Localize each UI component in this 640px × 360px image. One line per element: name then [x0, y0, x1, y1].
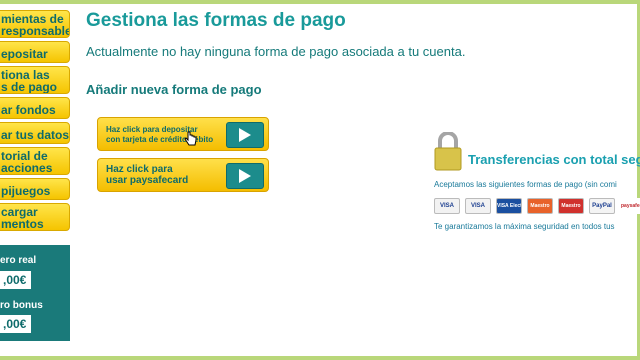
arrow-right-icon	[226, 122, 264, 148]
maestro-logo: Maestro	[558, 198, 584, 214]
sidebar-item-deposit[interactable]: epositar	[0, 41, 70, 63]
real-balance-value: ,00€	[0, 271, 31, 289]
bonus-balance-value: ,00€	[0, 315, 31, 333]
sidebar-item-edit-data[interactable]: ar tus datos	[0, 122, 70, 144]
sidebar-item-withdraw[interactable]: ar fondos	[0, 97, 70, 119]
balance-panel: ero real ,00€ ro bonus ,00€	[0, 245, 70, 341]
sidebar-item-transaction-history[interactable]: torial de acciones	[0, 147, 70, 175]
window-border-bottom	[0, 356, 640, 360]
paysafecard-button[interactable]: Haz click para usar paysafecard	[97, 158, 269, 192]
card-deposit-button[interactable]: Haz click para depositar con tarjeta de …	[97, 117, 269, 151]
visa-logo: VISA	[465, 198, 491, 214]
arrow-right-icon	[226, 163, 264, 189]
hand-cursor-icon	[184, 131, 198, 152]
bonus-balance-label: ro bonus	[0, 300, 43, 311]
accepted-methods-text: Aceptamos las siguientes formas de pago …	[434, 180, 617, 189]
paysafecard-logo: paysafecard	[620, 198, 640, 214]
visa-logo: VISA	[434, 198, 460, 214]
sidebar-menu: mientas de responsable epositar tiona la…	[0, 10, 70, 234]
page-title: Gestiona las formas de pago	[86, 10, 346, 31]
paypal-logo: PayPal	[589, 198, 615, 214]
sidebar-item-payment-methods[interactable]: tiona las s de pago	[0, 66, 70, 94]
window-border-top	[0, 0, 640, 4]
maestro-logo: Maestro	[527, 198, 553, 214]
security-guarantee-text: Te garantizamos la máxima seguridad en t…	[434, 222, 615, 231]
paysafecard-button-label: Haz click para usar paysafecard	[106, 164, 189, 186]
no-payment-methods-text: Actualmente no hay ninguna forma de pago…	[86, 44, 466, 59]
padlock-icon	[434, 131, 462, 177]
payment-logos: VISA VISA VISA Electron Maestro Maestro …	[434, 198, 640, 214]
real-balance-label: ero real	[0, 255, 37, 266]
visa-electron-logo: VISA Electron	[496, 198, 522, 214]
add-payment-method-heading: Añadir nueva forma de pago	[86, 82, 262, 97]
sidebar-item-minigames[interactable]: pijuegos	[0, 178, 70, 200]
sidebar-item-responsible-tools[interactable]: mientas de responsable	[0, 10, 70, 38]
sidebar-item-upload-documents[interactable]: cargar mentos	[0, 203, 70, 231]
secure-transfers-title: Transferencias con total seg	[468, 152, 640, 167]
